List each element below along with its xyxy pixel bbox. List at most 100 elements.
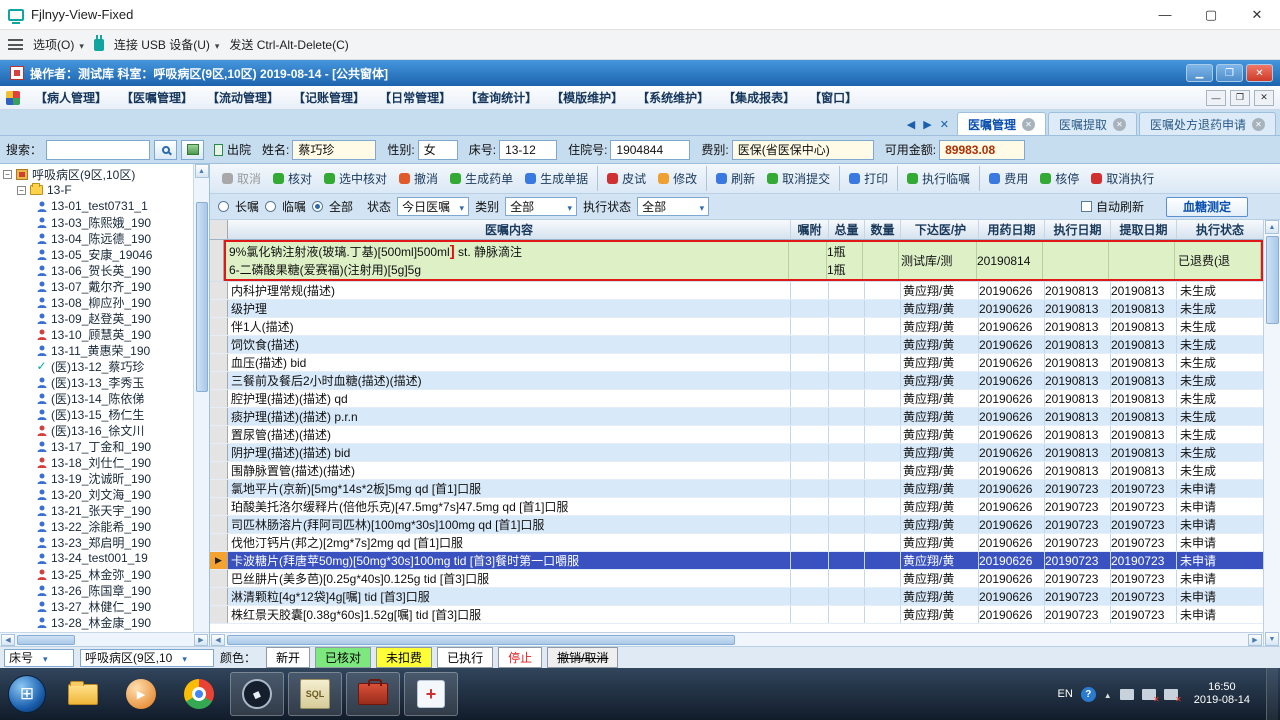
toolbar-button[interactable]: 撤消 (393, 166, 444, 191)
scrollbar-thumb[interactable] (1265, 236, 1279, 324)
tree-patient-item[interactable]: 13-11_黄惠荣_190 (0, 342, 193, 358)
document-tab[interactable]: 医嘱提取 (1047, 112, 1137, 135)
app-menu-item[interactable]: 【系统维护】 (630, 87, 716, 108)
tab-close-all-icon[interactable]: ✕ (940, 118, 949, 131)
tab-close-icon[interactable] (1021, 117, 1035, 131)
col-doctor[interactable]: 下达医/护 (901, 220, 979, 239)
col-exec-status[interactable]: 执行状态 (1177, 220, 1263, 239)
scrollbar-thumb[interactable] (17, 634, 75, 645)
col-med-date[interactable]: 用药日期 (979, 220, 1045, 239)
table-row[interactable]: ▶ 伴1人(描述) 黄应翔/黄 20190626 20190813 201908… (210, 318, 1263, 336)
radio-temp-order-label[interactable]: 临嘱 (282, 198, 306, 215)
collapse-icon[interactable] (17, 185, 26, 195)
toolbar-button[interactable]: 打印 (839, 166, 894, 191)
toolbar-button[interactable]: 取消提交 (761, 166, 836, 191)
auto-refresh-label[interactable]: 自动刷新 (1096, 198, 1144, 215)
export-button[interactable] (181, 139, 205, 160)
app-menu-item[interactable]: 【集成报表】 (716, 87, 802, 108)
radio-all-orders[interactable] (312, 201, 324, 212)
tree-patient-item[interactable]: 13-21_张天宇_190 (0, 502, 193, 518)
scroll-left-icon[interactable]: ◀ (211, 633, 225, 646)
status-filter-select[interactable]: 今日医嘱 (397, 197, 470, 216)
network-error-icon[interactable] (1141, 688, 1160, 704)
radio-all-orders-label[interactable]: 全部 (329, 198, 353, 215)
table-row[interactable]: ▶ 氯地平片(京新)[5mg*14s*2板]5mg qd [首1]口服 黄应翔/… (210, 480, 1263, 498)
table-row[interactable]: ▶ 围静脉置管(描述)(描述) 黄应翔/黄 20190626 20190813 … (210, 462, 1263, 480)
radio-temp-order[interactable] (265, 201, 277, 212)
toolbar-button[interactable]: 皮试 (597, 166, 652, 191)
toolbar-button[interactable]: 修改 (652, 166, 703, 191)
app-menu-item[interactable]: 【医嘱管理】 (114, 87, 200, 108)
table-row[interactable]: ▶ 阴护理(描述)(描述) bid 黄应翔/黄 20190626 2019081… (210, 444, 1263, 462)
tab-scroll-right-icon[interactable]: ▶ (923, 118, 931, 131)
radio-long-order[interactable] (218, 201, 229, 212)
table-row[interactable]: ▶ 置尿管(描述)(描述) 黄应翔/黄 20190626 20190813 20… (210, 426, 1263, 444)
taskbar-media-player[interactable] (114, 672, 168, 716)
table-row[interactable]: ▶ 伐他汀钙片(邦之)[2mg*7s]2mg qd [首1]口服 黄应翔/黄 2… (210, 534, 1263, 552)
document-tab[interactable]: 医嘱处方退药申请 (1138, 112, 1276, 135)
tree-patient-item[interactable]: 13-26_陈国章_190 (0, 582, 193, 598)
app-menu-item[interactable]: 【病人管理】 (28, 87, 114, 108)
taskbar-sql-server[interactable]: SQL (288, 672, 342, 716)
toolbar-button[interactable]: 核对 (267, 166, 318, 191)
ward-select[interactable]: 呼吸病区(9区,10 (80, 648, 214, 667)
table-row[interactable]: ▶ 痰护理(描述)(描述) p.r.n 黄应翔/黄 20190626 20190… (210, 408, 1263, 426)
tray-expand-icon[interactable] (1104, 687, 1112, 701)
tree-patient-item[interactable]: 13-07_戴尔齐_190 (0, 278, 193, 294)
toolbar-button[interactable]: 执行临嘱 (897, 166, 976, 191)
tree-patient-item[interactable]: (医)13-15_杨仁生 (0, 406, 193, 422)
sync-error-icon[interactable] (1163, 688, 1182, 704)
tree-vertical-scrollbar[interactable]: ▲ (193, 164, 209, 632)
col-total[interactable]: 总量 (829, 220, 865, 239)
toolbar-button[interactable]: 取消 (216, 166, 267, 191)
type-filter-select[interactable]: 全部 (505, 197, 578, 216)
tree-patient-item[interactable]: 13-10_顾慧英_190 (0, 326, 193, 342)
app-menu-item[interactable]: 【查询统计】 (458, 87, 544, 108)
menu-usb[interactable]: 连接 USB 设备(U) (114, 36, 220, 53)
col-note[interactable]: 嘱附 (791, 220, 829, 239)
collapse-icon[interactable] (3, 169, 12, 179)
tree-patient-item[interactable]: 13-20_刘文海_190 (0, 486, 193, 502)
menu-ctrl-alt-delete[interactable]: 发送 Ctrl-Alt-Delete(C) (229, 36, 348, 53)
mdi-minimize-button[interactable] (1206, 89, 1226, 106)
toolbar-button[interactable]: 费用 (979, 166, 1034, 191)
app-menu-item[interactable]: 【记账管理】 (286, 87, 372, 108)
scrollbar-thumb[interactable] (195, 202, 208, 392)
tree-patient-item[interactable]: (医)13-13_李秀玉 (0, 374, 193, 390)
language-indicator[interactable]: EN (1058, 688, 1073, 700)
tree-floor-node[interactable]: 13-F (0, 182, 193, 198)
scroll-up-icon[interactable]: ▲ (194, 164, 209, 178)
table-row[interactable]: ▶ 饲饮食(描述) 黄应翔/黄 20190626 20190813 201908… (210, 336, 1263, 354)
tree-patient-item[interactable]: 13-06_贺长英_190 (0, 262, 193, 278)
scroll-down-icon[interactable]: ▼ (1265, 632, 1279, 646)
tree-patient-item[interactable]: 13-04_陈远德_190 (0, 230, 193, 246)
toolbar-button[interactable]: 取消执行 (1085, 166, 1160, 191)
taskbar-vnc-viewer[interactable] (230, 672, 284, 716)
tree-patient-item[interactable]: 13-28_林金康_190 (0, 614, 193, 630)
mdi-restore-button[interactable] (1230, 89, 1250, 106)
show-desktop-button[interactable] (1266, 668, 1278, 720)
tree-patient-item[interactable]: 13-18_刘仕仁_190 (0, 454, 193, 470)
table-row[interactable]: ▶ 司匹林肠溶片(拜阿司匹林)[100mg*30s]100mg qd [首1]口… (210, 516, 1263, 534)
taskbar-toolbox-app[interactable] (346, 672, 400, 716)
tree-patient-item[interactable]: (医)13-14_陈依俤 (0, 390, 193, 406)
scrollbar-thumb[interactable] (227, 634, 735, 645)
table-row[interactable]: ▶ 卡波糖片(拜唐苹50mg)[50mg*30s]100mg tid [首3]餐… (210, 552, 1263, 570)
auto-refresh-checkbox[interactable] (1080, 201, 1092, 212)
tree-patient-item[interactable]: (医)13-16_徐文川 (0, 422, 193, 438)
tree-patient-item[interactable]: 13-05_安康_19046 (0, 246, 193, 262)
app-minimize-button[interactable] (1186, 64, 1213, 82)
scroll-right-icon[interactable]: ▶ (1248, 633, 1262, 646)
menu-options[interactable]: 选项(O) (33, 36, 84, 53)
app-maximize-button[interactable] (1216, 64, 1243, 82)
taskbar-explorer[interactable] (56, 672, 110, 716)
col-order-content[interactable]: 医嘱内容 (228, 220, 791, 239)
toolbar-button[interactable]: 生成药单 (444, 166, 519, 191)
table-row[interactable]: ▶ 珀酸美托洛尔缓释片(倍他乐克)[47.5mg*7s]47.5mg qd [首… (210, 498, 1263, 516)
maximize-button[interactable]: ▢ (1188, 0, 1234, 29)
table-row[interactable]: ▶ 三餐前及餐后2小时血糖(描述)(描述) 黄应翔/黄 20190626 201… (210, 372, 1263, 390)
tree-patient-item[interactable]: 13-17_丁金和_190 (0, 438, 193, 454)
search-input[interactable] (46, 139, 151, 160)
table-row[interactable]: ▶ 腔护理(描述)(描述) qd 黄应翔/黄 20190626 20190813… (210, 390, 1263, 408)
tree-patient-item[interactable]: 13-08_柳应孙_190 (0, 294, 193, 310)
